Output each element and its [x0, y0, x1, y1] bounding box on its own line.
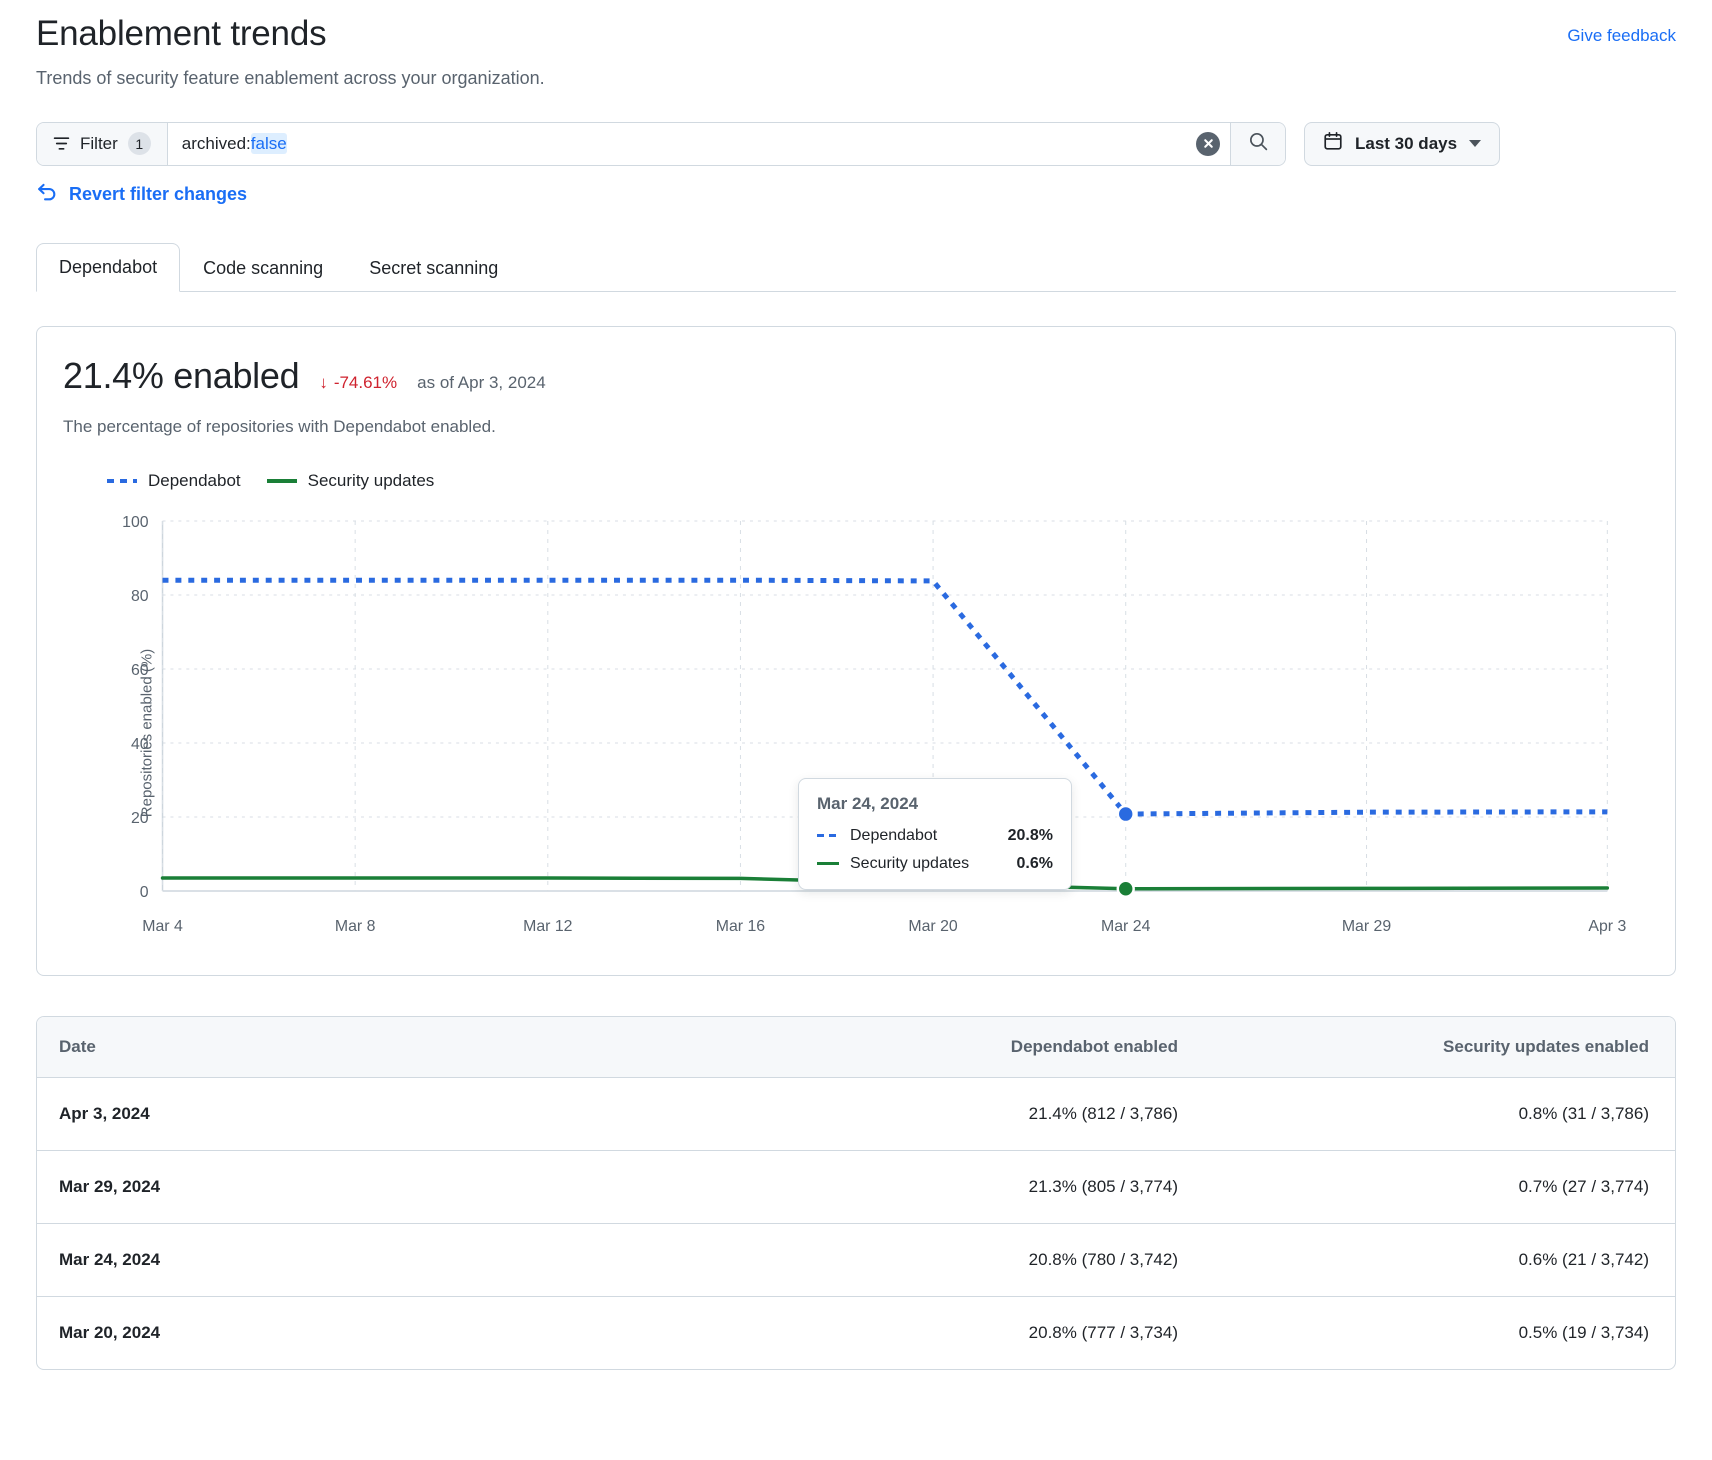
- date-range-label: Last 30 days: [1355, 134, 1457, 154]
- y-tick-label: 40: [131, 736, 149, 753]
- filter-row: Filter 1 archived:false Last 30 days: [36, 122, 1676, 166]
- filter-count-badge: 1: [128, 132, 151, 155]
- x-tick-label: Mar 24: [1101, 918, 1151, 935]
- x-tick-label: Mar 4: [142, 918, 183, 935]
- y-tick-label: 60: [131, 662, 149, 679]
- filter-query-qualifier: archived:: [182, 134, 251, 153]
- x-tick-label: Mar 12: [523, 918, 573, 935]
- table-row[interactable]: Mar 24, 202420.8% (780 / 3,742)0.6% (21 …: [37, 1224, 1675, 1297]
- cell-dependabot-enabled: 20.8% (777 / 3,734): [823, 1297, 1200, 1369]
- cell-dependabot-enabled: 21.4% (812 / 3,786): [823, 1078, 1200, 1150]
- table-row[interactable]: Apr 3, 202421.4% (812 / 3,786)0.8% (31 /…: [37, 1078, 1675, 1151]
- metric-delta-value: -74.61%: [334, 373, 397, 393]
- page-header-text: Enablement trends Trends of security fea…: [36, 12, 545, 89]
- tooltip-label-security-updates: Security updates: [850, 855, 1001, 873]
- filter-button[interactable]: Filter 1: [37, 123, 168, 165]
- chart-description: The percentage of repositories with Depe…: [63, 417, 1649, 437]
- metric-row: 21.4% enabled ↓ -74.61% as of Apr 3, 202…: [63, 355, 1649, 397]
- dashed-line-icon: [107, 479, 137, 483]
- give-feedback-link[interactable]: Give feedback: [1567, 26, 1676, 46]
- dashed-line-icon: [817, 834, 839, 837]
- x-tick-label: Mar 16: [716, 918, 766, 935]
- cell-date: Apr 3, 2024: [37, 1078, 823, 1150]
- data-point-marker[interactable]: [1118, 881, 1134, 897]
- tooltip-row-security-updates: Security updates 0.6%: [817, 855, 1053, 873]
- tooltip-label-dependabot: Dependabot: [850, 827, 992, 845]
- filter-query-value: false: [251, 133, 287, 154]
- table-row[interactable]: Mar 29, 202421.3% (805 / 3,774)0.7% (27 …: [37, 1151, 1675, 1224]
- chart-tooltip: Mar 24, 2024 Dependabot 20.8% Security u…: [798, 778, 1072, 890]
- solid-line-icon: [267, 479, 297, 483]
- cell-dependabot-enabled: 20.8% (780 / 3,742): [823, 1224, 1200, 1296]
- metric-as-of: as of Apr 3, 2024: [417, 373, 546, 393]
- tooltip-value-security-updates: 0.6%: [1017, 855, 1053, 873]
- revert-filter-row: Revert filter changes: [36, 181, 1676, 208]
- cell-dependabot-enabled: 21.3% (805 / 3,774): [823, 1151, 1200, 1223]
- revert-filter-changes-link[interactable]: Revert filter changes: [69, 184, 247, 205]
- search-button[interactable]: [1230, 123, 1285, 165]
- tab-bar: Dependabot Code scanning Secret scanning: [36, 242, 1676, 292]
- legend-label-dependabot: Dependabot: [148, 471, 241, 491]
- undo-arrow-icon: [36, 181, 58, 208]
- chevron-down-icon: [1469, 140, 1481, 147]
- page-title: Enablement trends: [36, 12, 545, 56]
- y-tick-label: 0: [140, 884, 149, 901]
- x-tick-label: Apr 3: [1588, 918, 1626, 935]
- cell-date: Mar 20, 2024: [37, 1297, 823, 1369]
- y-tick-label: 80: [131, 588, 149, 605]
- filter-icon: [53, 135, 70, 152]
- x-tick-label: Mar 20: [908, 918, 958, 935]
- column-header-security-updates: Security updates enabled: [1200, 1017, 1675, 1077]
- page-header: Enablement trends Trends of security fea…: [36, 0, 1676, 89]
- cell-date: Mar 24, 2024: [37, 1224, 823, 1296]
- filter-actions: [1196, 123, 1230, 165]
- solid-line-icon: [817, 862, 839, 865]
- date-range-button[interactable]: Last 30 days: [1304, 122, 1500, 166]
- filter-button-label: Filter: [80, 134, 118, 154]
- x-tick-label: Mar 8: [335, 918, 376, 935]
- tooltip-value-dependabot: 20.8%: [1008, 827, 1053, 845]
- cell-date: Mar 29, 2024: [37, 1151, 823, 1223]
- metric-value: 21.4% enabled: [63, 355, 299, 397]
- table-row[interactable]: Mar 20, 202420.8% (777 / 3,734)0.5% (19 …: [37, 1297, 1675, 1369]
- legend-item-security-updates[interactable]: Security updates: [267, 471, 435, 491]
- cell-security-updates-enabled: 0.5% (19 / 3,734): [1200, 1297, 1675, 1369]
- enablement-trends-page: Enablement trends Trends of security fea…: [0, 0, 1712, 1370]
- trends-table: Date Dependabot enabled Security updates…: [36, 1016, 1676, 1370]
- table-body: Apr 3, 202421.4% (812 / 3,786)0.8% (31 /…: [37, 1078, 1675, 1369]
- metric-delta: ↓ -74.61%: [319, 373, 397, 393]
- tab-dependabot[interactable]: Dependabot: [36, 243, 180, 292]
- data-point-marker[interactable]: [1118, 806, 1134, 822]
- legend-label-security-updates: Security updates: [308, 471, 435, 491]
- filter-query-text: archived:false: [182, 134, 287, 154]
- table-header-row: Date Dependabot enabled Security updates…: [37, 1017, 1675, 1078]
- y-tick-label: 100: [122, 514, 149, 531]
- tooltip-date: Mar 24, 2024: [817, 794, 1053, 814]
- cell-security-updates-enabled: 0.6% (21 / 3,742): [1200, 1224, 1675, 1296]
- filter-input[interactable]: archived:false: [168, 123, 1196, 165]
- y-tick-label: 20: [131, 810, 149, 827]
- chart-card: 21.4% enabled ↓ -74.61% as of Apr 3, 202…: [36, 326, 1676, 976]
- filter-group: Filter 1 archived:false: [36, 122, 1286, 166]
- x-tick-label: Mar 29: [1342, 918, 1392, 935]
- down-arrow-icon: ↓: [319, 373, 328, 393]
- page-subtitle: Trends of security feature enablement ac…: [36, 68, 545, 89]
- legend-item-dependabot[interactable]: Dependabot: [107, 471, 241, 491]
- chart-plot-area: Repositories enabled (%) 020406080100Mar…: [63, 513, 1649, 953]
- tooltip-row-dependabot: Dependabot 20.8%: [817, 827, 1053, 845]
- tab-code-scanning[interactable]: Code scanning: [180, 244, 346, 292]
- tab-secret-scanning[interactable]: Secret scanning: [346, 244, 521, 292]
- cell-security-updates-enabled: 0.7% (27 / 3,774): [1200, 1151, 1675, 1223]
- column-header-date: Date: [37, 1017, 823, 1077]
- chart-legend: Dependabot Security updates: [63, 471, 1649, 491]
- cell-security-updates-enabled: 0.8% (31 / 3,786): [1200, 1078, 1675, 1150]
- calendar-icon: [1323, 131, 1343, 156]
- column-header-dependabot: Dependabot enabled: [823, 1017, 1200, 1077]
- clear-circle-icon[interactable]: [1196, 132, 1220, 156]
- search-icon: [1248, 131, 1269, 157]
